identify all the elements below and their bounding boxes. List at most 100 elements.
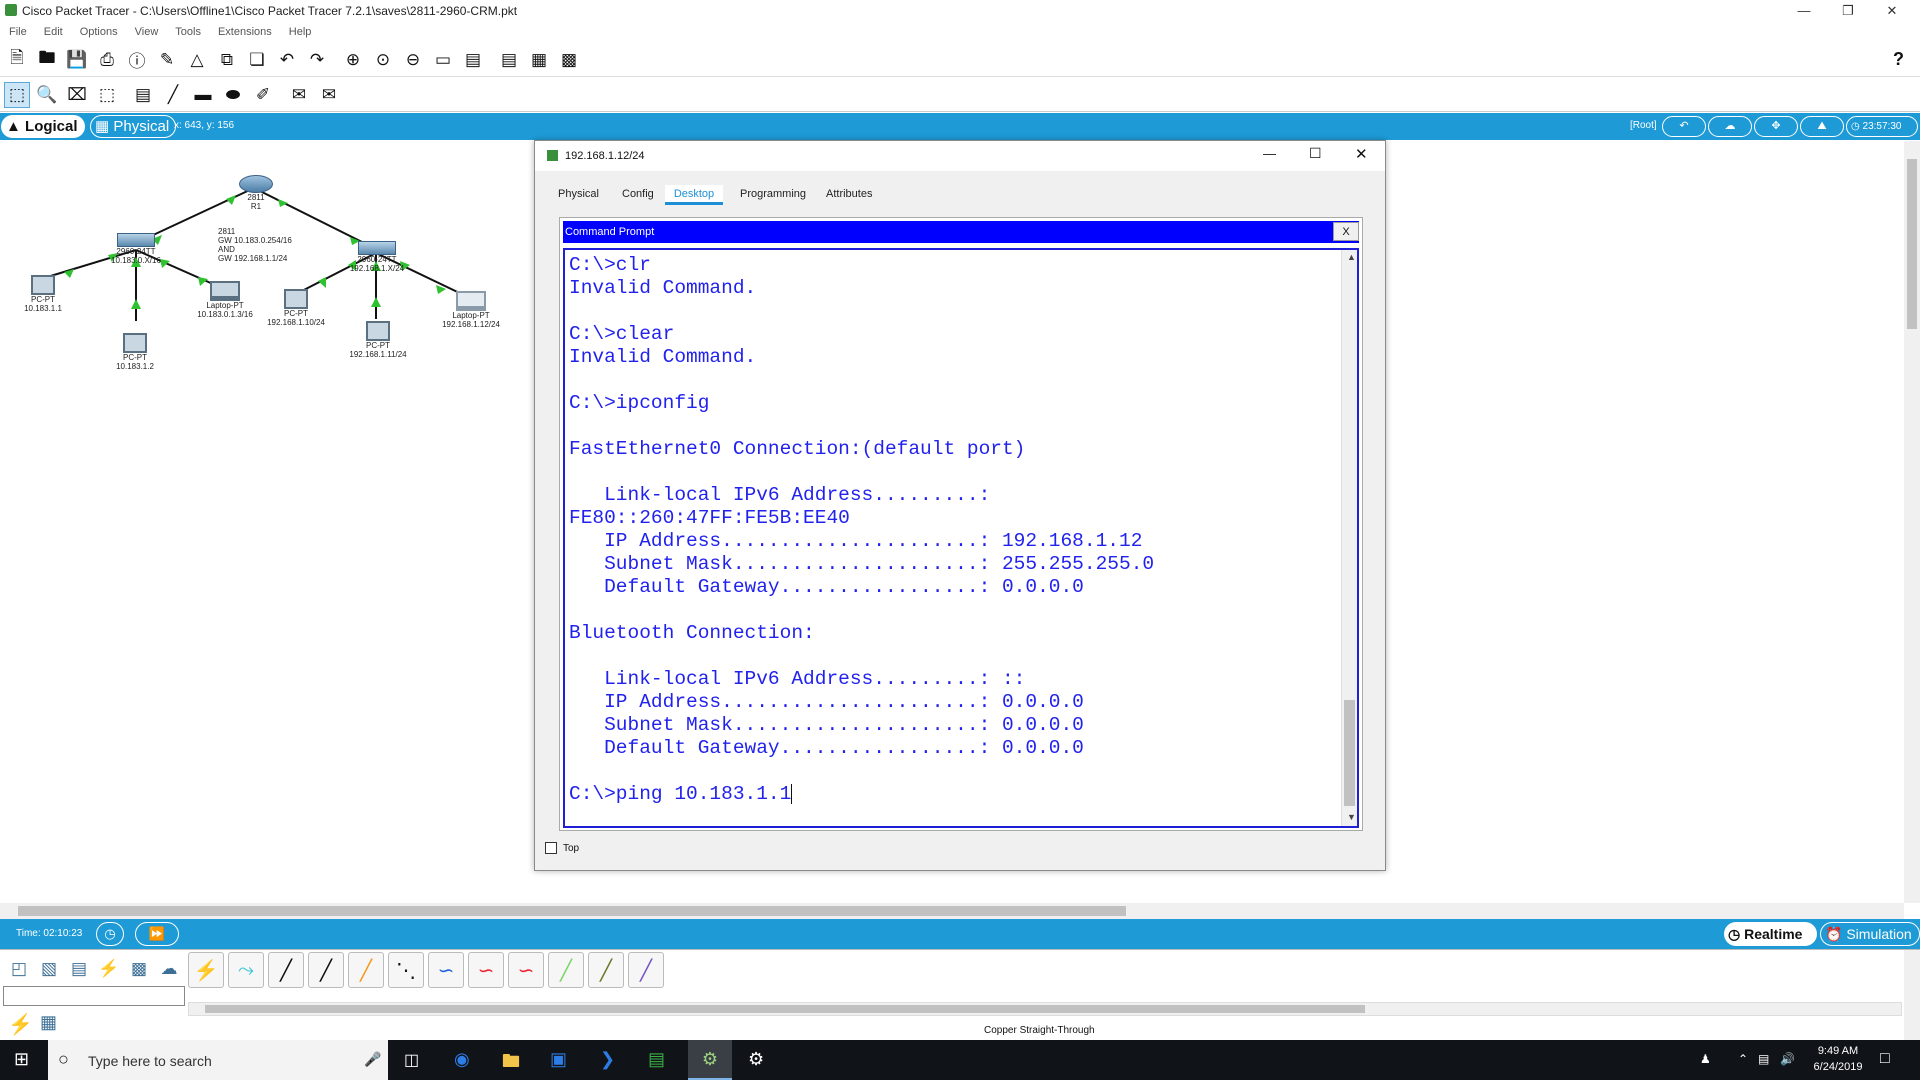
tab-desktop[interactable]: Desktop [665,185,723,205]
move-object-icon[interactable]: ✥ [1754,116,1798,137]
dialog-close-button[interactable]: ✕ [1355,145,1368,163]
delete-icon[interactable]: ⌧ [64,82,90,108]
laptop-192-168-1-12[interactable]: Laptop-PT 192.168.1.12/24 [436,291,506,329]
notifications-icon[interactable]: □ [1880,1050,1890,1068]
cable-usb-icon[interactable]: ╱ [628,952,664,988]
cluster-icon[interactable]: ☁ [1708,116,1752,137]
menu-options[interactable]: Options [80,22,118,42]
tab-attributes[interactable]: Attributes [826,185,872,205]
activity-wizard-icon[interactable]: ✎ [154,47,180,73]
cable-octal-icon[interactable]: ╱ [548,952,584,988]
new-file-icon[interactable]: 🗎 [4,47,30,73]
simulation-button[interactable]: ⏰ Simulation [1820,922,1920,946]
taskbar-search-box[interactable]: ○ Type here to search 🎤 [48,1040,388,1080]
network-devices-icon[interactable]: ◰ [6,956,32,982]
clock-button[interactable]: ◷ 23:57:30 [1846,116,1918,137]
copy-icon[interactable]: ⧉ [214,47,240,73]
task-view-icon[interactable]: ◫ [404,1050,419,1070]
windows-start-icon[interactable]: ⊞ [14,1049,29,1070]
maximize-button[interactable]: ❐ [1826,0,1870,22]
paste-icon[interactable]: ❏ [244,47,270,73]
command-prompt-close-button[interactable]: X [1333,222,1359,241]
open-folder-icon[interactable]: 🖿 [34,47,60,73]
cable-console-icon[interactable]: ⤳ [228,952,264,988]
scroll-thumb[interactable] [18,906,1126,916]
terminal-area[interactable]: C:\>clr Invalid Command. C:\>clear Invalid… [563,248,1359,828]
dialog-minimize-button[interactable]: — [1263,146,1276,161]
firefox-icon[interactable]: ◉ [454,1049,470,1070]
print-icon[interactable]: ⎙ [94,47,120,73]
menu-extensions[interactable]: Extensions [218,22,272,42]
menu-edit[interactable]: Edit [44,22,63,42]
inspect-icon[interactable]: 🔍 [34,82,60,108]
scroll-thumb[interactable] [1344,700,1355,806]
draw-rectangle-icon[interactable]: ▬ [190,82,216,108]
connections-icon[interactable]: ⚡ [96,956,122,982]
workspace-horizontal-scrollbar[interactable] [0,903,1904,919]
background-image-icon[interactable]: ⛰ [1800,116,1844,137]
top-checkbox[interactable] [545,842,557,854]
cable-fiber-icon[interactable]: ╱ [348,952,384,988]
menu-file[interactable]: File [9,22,27,42]
logical-tab[interactable]: ▲ Logical [1,115,85,138]
people-icon[interactable]: ♟ [1700,1052,1711,1066]
cable-copper-straight-icon[interactable]: ╱ [268,952,304,988]
multiuser-icon[interactable]: ☁ [156,956,182,982]
file-explorer-icon[interactable]: 🖿 [502,1049,520,1079]
custom-devices-icon[interactable]: ▤ [460,47,486,73]
settings-icon[interactable]: ⚙ [748,1049,764,1070]
store-icon[interactable]: ▣ [550,1049,567,1070]
physical-tab[interactable]: ▦ Physical [90,115,177,138]
grid-icon[interactable]: ▦ [40,1012,57,1033]
terminal-output[interactable]: C:\>clr Invalid Command. C:\>clear Invalid… [569,254,1339,806]
workspace-vertical-scrollbar[interactable] [1904,141,1920,903]
powershell-icon[interactable]: ❯ [600,1049,615,1070]
redo-icon[interactable]: ↷ [304,47,330,73]
pc-10-183-1-1[interactable]: PC-PT 10.183.1.1 [20,275,66,313]
fast-forward-icon[interactable]: ⏩ [135,922,179,946]
palette-horizontal-scrollbar[interactable] [188,1002,1902,1016]
switch-1[interactable]: 2960-24TT 10.183.0.X/16 [108,233,164,265]
draw-line-icon[interactable]: ╱ [160,82,186,108]
switch-2[interactable]: 2960-24TT 192.168.1.X/24 [346,241,408,273]
screenshot-icon[interactable]: ▩ [556,47,582,73]
scroll-thumb[interactable] [1907,159,1917,329]
back-icon[interactable]: ↶ [1662,116,1706,137]
palette-vertical-scrollbar[interactable] [1904,950,1920,1040]
undo-icon[interactable]: ↶ [274,47,300,73]
menu-help[interactable]: Help [289,22,312,42]
pc-10-183-1-2[interactable]: PC-PT 10.183.1.2 [112,333,158,371]
pc-192-168-1-10[interactable]: PC-PT 192.168.1.10/24 [262,289,330,327]
tab-physical[interactable]: Physical [558,185,599,205]
zoom-in-icon[interactable]: ⊕ [340,47,366,73]
microphone-icon[interactable]: 🎤 [364,1051,381,1068]
draw-ellipse-icon[interactable]: ⬬ [220,82,246,108]
device-category-search[interactable] [3,986,185,1006]
connections-subcategory-icon[interactable]: ⚡ [8,1012,33,1037]
cable-automatic-icon[interactable]: ⚡ [188,952,224,988]
top-checkbox-row[interactable]: Top [545,842,579,854]
components-icon[interactable]: ▤ [66,956,92,982]
tab-config[interactable]: Config [622,185,654,205]
close-button[interactable]: ✕ [1870,0,1914,22]
scroll-thumb[interactable] [205,1005,1365,1013]
show-hidden-icons-icon[interactable]: ⌃ [1738,1052,1748,1066]
power-cycle-icon[interactable]: ◷ [96,922,124,946]
pc-192-168-1-11[interactable]: PC-PT 192.168.1.11/24 [344,321,412,359]
tab-programming[interactable]: Programming [740,185,806,205]
place-note-icon[interactable]: ▤ [130,82,156,108]
end-devices-icon[interactable]: ▧ [36,956,62,982]
scroll-up-icon[interactable]: ▲ [1347,252,1356,262]
realtime-button[interactable]: ◷ Realtime [1724,922,1817,946]
taskbar-time[interactable]: 9:49 AM [1810,1045,1866,1057]
info-icon[interactable]: ⓘ [124,47,150,73]
scroll-down-icon[interactable]: ▼ [1347,812,1356,822]
cable-serial-dte-icon[interactable]: ∽ [508,952,544,988]
cable-phone-icon[interactable]: ⋱ [388,952,424,988]
view-command-log-icon[interactable]: ▤ [496,47,522,73]
cable-copper-cross-icon[interactable]: ╱ [308,952,344,988]
freeform-icon[interactable]: ✐ [250,82,276,108]
terminal-scrollbar[interactable]: ▲ ▼ [1341,250,1357,826]
packet-tracer-taskbar-icon[interactable]: ⚙ [688,1040,732,1080]
resize-shape-icon[interactable]: ⬚ [94,82,120,108]
